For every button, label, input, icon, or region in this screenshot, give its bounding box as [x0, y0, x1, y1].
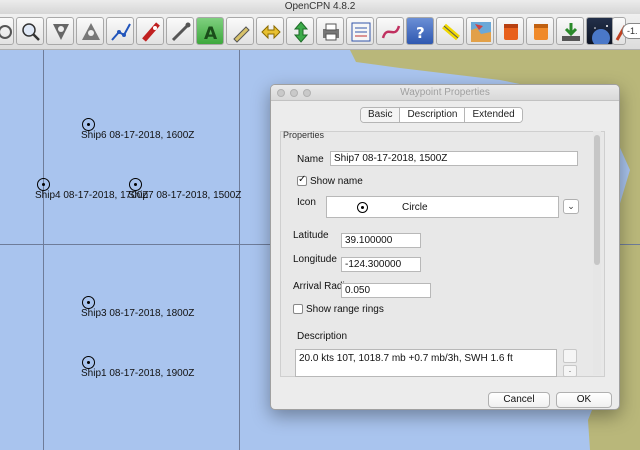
arrival-radius-field[interactable]: 0.050 [341, 283, 431, 298]
waypoint-properties-dialog: Waypoint Properties Basic Description Ex… [270, 84, 620, 410]
show-name-label: Show name [310, 176, 363, 187]
waypoint-label: Ship6 08-17-2018, 1600Z [81, 130, 195, 141]
svg-text:A: A [204, 24, 218, 44]
latitude-label: Latitude [293, 230, 329, 241]
route-manager-icon[interactable] [346, 17, 374, 45]
description-field[interactable]: 20.0 kts 10T, 1018.7 mb +0.7 mb/3h, SWH … [295, 349, 557, 377]
swap-icon[interactable] [256, 17, 284, 45]
cancel-button[interactable]: Cancel [488, 392, 550, 408]
description-label: Description [297, 331, 348, 342]
zoom-level-display: -1. [622, 23, 640, 39]
tide-icon[interactable] [46, 17, 74, 45]
dialog-title-bar[interactable]: Waypoint Properties [271, 85, 619, 101]
route-icon[interactable] [106, 17, 134, 45]
download-icon[interactable] [556, 17, 584, 45]
map-icon[interactable] [466, 17, 494, 45]
longitude-label: Longitude [293, 254, 337, 265]
icon-select-value: Circle [402, 202, 428, 213]
name-label: Name [297, 154, 324, 165]
meridian-line [239, 50, 240, 450]
app-title-bar: OpenCPN 4.8.2 [0, 0, 640, 14]
properties-section-title: Properties [283, 130, 325, 140]
dialog-title: Waypoint Properties [400, 87, 490, 98]
bucket-orange-icon[interactable] [526, 17, 554, 45]
settings-icon[interactable] [0, 17, 14, 45]
app-title: OpenCPN 4.8.2 [284, 1, 356, 12]
scrollbar-thumb[interactable] [594, 135, 600, 265]
zoom-icon[interactable] [16, 17, 44, 45]
icon-select[interactable]: Circle [326, 196, 559, 218]
globe-icon[interactable] [586, 17, 614, 45]
print-icon[interactable] [316, 17, 344, 45]
waypoint-label: Ship1 08-17-2018, 1900Z [81, 368, 195, 379]
track-icon[interactable] [136, 17, 164, 45]
highlighter-icon[interactable] [436, 17, 464, 45]
svg-text:?: ? [416, 24, 425, 42]
description-side-button[interactable] [563, 349, 577, 363]
text-tool-icon[interactable]: A [196, 17, 224, 45]
tab-description[interactable]: Description [400, 108, 466, 122]
description-edit-button[interactable]: . [563, 365, 577, 377]
bucket-red-icon[interactable] [496, 17, 524, 45]
help-icon[interactable]: ? [406, 17, 434, 45]
name-field[interactable]: Ship7 08-17-2018, 1500Z [330, 151, 578, 166]
tab-basic[interactable]: Basic [361, 108, 401, 122]
main-toolbar: A ? -1. [0, 14, 640, 50]
icon-label: Icon [297, 197, 316, 208]
latitude-field[interactable]: 39.100000 [341, 233, 421, 248]
chevron-down-icon[interactable]: ⌄ [563, 199, 579, 214]
circle-icon [357, 202, 368, 213]
show-name-checkbox[interactable] [297, 174, 307, 186]
waypoint-label: Ship7 08-17-2018, 1500Z [128, 190, 242, 201]
properties-scrollbar[interactable] [593, 131, 601, 375]
waypoint-tool-icon[interactable] [166, 17, 194, 45]
show-range-rings-label: Show range rings [306, 304, 384, 315]
waypoint-label: Ship3 08-17-2018, 1800Z [81, 308, 195, 319]
show-range-rings-checkbox[interactable] [293, 304, 303, 314]
tab-bar: Basic Description Extended [360, 107, 523, 123]
tab-extended[interactable]: Extended [465, 108, 522, 122]
arrows-icon[interactable] [286, 17, 314, 45]
curve-icon[interactable] [376, 17, 404, 45]
meridian-line [43, 50, 44, 450]
ok-button[interactable]: OK [556, 392, 612, 408]
longitude-field[interactable]: -124.300000 [341, 257, 421, 272]
current-icon[interactable] [76, 17, 104, 45]
mark-tool-icon[interactable] [226, 17, 254, 45]
